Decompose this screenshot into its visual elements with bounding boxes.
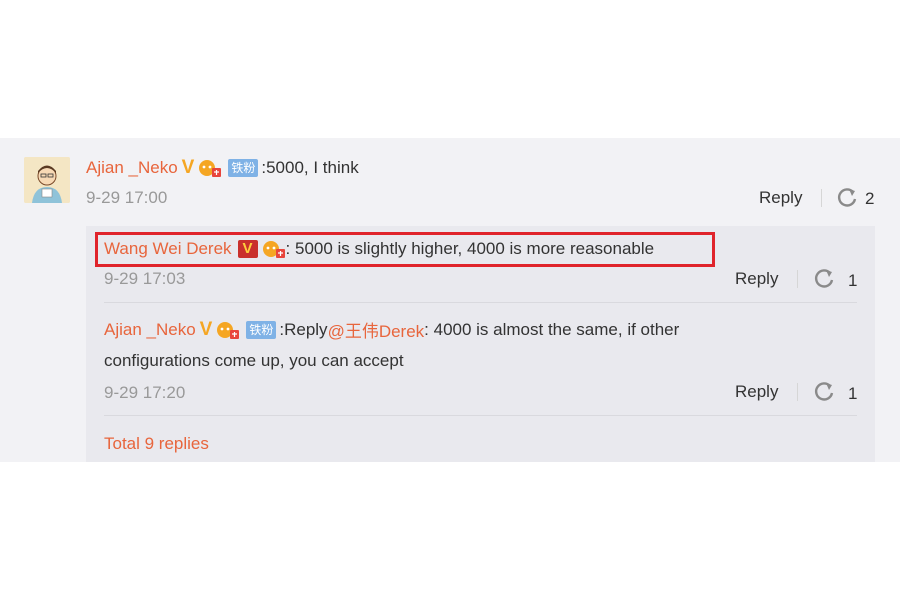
reply-button[interactable]: Reply <box>759 188 802 208</box>
comment-time: 9-29 17:00 <box>86 188 168 207</box>
reply-author[interactable]: Ajian _Neko <box>104 320 196 340</box>
highlight-box <box>95 232 715 267</box>
separator <box>797 270 798 288</box>
repost-count: 1 <box>848 384 858 403</box>
divider <box>104 302 857 303</box>
crown-icon <box>216 320 240 340</box>
comment-author[interactable]: Ajian _Neko <box>86 158 178 178</box>
reply-button[interactable]: Reply <box>735 269 778 289</box>
repost-icon[interactable] <box>836 186 858 208</box>
divider <box>104 415 857 416</box>
fan-badge: 铁粉 <box>246 320 277 339</box>
total-replies-link[interactable]: Total 9 replies <box>104 434 209 454</box>
reply-text-prefix: :Reply <box>279 319 328 339</box>
vip-v-icon: V <box>199 318 213 340</box>
reply-text: : 4000 is almost the same, if other <box>424 319 680 339</box>
mention-link[interactable]: @王伟Derek <box>328 317 425 342</box>
vip-v-icon: V <box>181 157 195 178</box>
crown-icon <box>198 158 222 178</box>
avatar[interactable] <box>24 157 70 203</box>
repost-count: 1 <box>848 271 858 290</box>
repost-icon[interactable] <box>813 267 835 289</box>
reply-time: 9-29 17:03 <box>104 269 186 288</box>
separator <box>797 383 798 401</box>
reply-time: 9-29 17:20 <box>104 383 186 402</box>
reply-text-continued: configurations come up, you can accept <box>104 351 404 370</box>
repost-icon[interactable] <box>813 380 835 402</box>
repost-count: 2 <box>865 189 875 208</box>
comment-line: Ajian _Neko V 铁粉 :5000, I think <box>86 157 359 179</box>
reply-button[interactable]: Reply <box>735 382 778 402</box>
separator <box>821 189 822 207</box>
reply-line: Ajian _Neko V 铁粉 :Reply @王伟Derek : 4000 … <box>104 317 679 342</box>
fan-badge: 铁粉 <box>228 159 259 177</box>
comment-text: :5000, I think <box>261 158 359 177</box>
